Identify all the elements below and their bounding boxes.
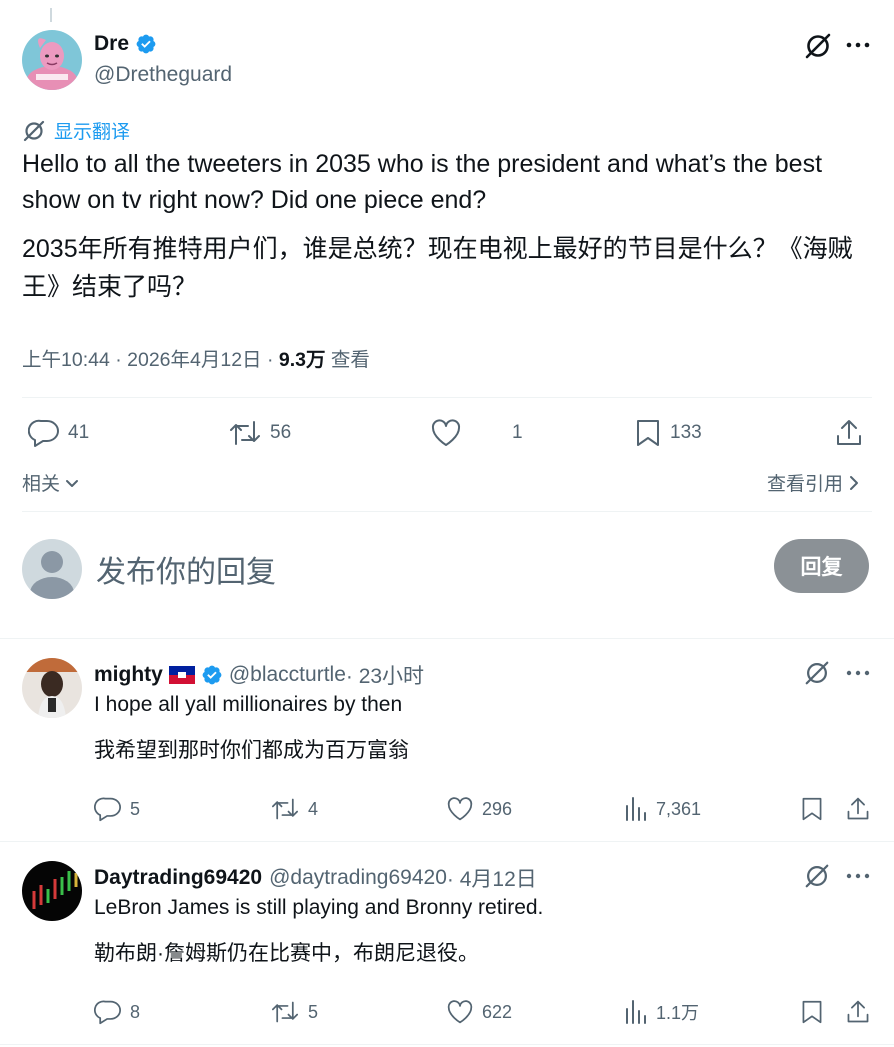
like-count: 1 <box>512 422 523 443</box>
retweet-icon <box>270 999 300 1025</box>
share-icon[interactable] <box>845 998 871 1026</box>
reply-retweet-count: 4 <box>308 798 319 819</box>
reply-icon <box>28 418 60 448</box>
reply-time[interactable]: · 4月12日 <box>447 863 537 893</box>
reply-views-count: 1.1万 <box>656 1003 700 1023</box>
author-name[interactable]: Dre <box>94 32 129 56</box>
analytics-icon <box>624 796 648 822</box>
reply-like-count: 622 <box>482 1001 513 1022</box>
reply-author-handle[interactable]: @daytrading69420 <box>269 866 447 890</box>
reply-author-name[interactable]: mighty <box>94 663 163 687</box>
reply-like-count: 296 <box>482 798 513 819</box>
share-icon[interactable] <box>845 795 871 823</box>
reply-divider <box>0 841 894 842</box>
reply-composer-input[interactable]: 发布你的回复 <box>96 547 276 591</box>
translate-icon <box>22 119 46 143</box>
verified-badge-icon <box>135 33 157 55</box>
reply-author-name[interactable]: Daytrading69420 <box>94 866 262 890</box>
reply-like-button[interactable]: 296 <box>446 796 512 822</box>
reply-icon <box>94 796 122 822</box>
share-icon[interactable] <box>834 418 864 448</box>
haiti-flag-icon <box>168 666 195 684</box>
reply-author-handle[interactable]: @blaccturtle <box>229 663 346 687</box>
more-options-icon[interactable] <box>845 871 871 881</box>
show-translation-link[interactable]: 显示翻译 <box>22 117 130 144</box>
retweet-icon <box>228 418 262 448</box>
reply-reply-button[interactable]: 5 <box>94 796 140 822</box>
verified-badge-icon <box>201 664 223 686</box>
heart-icon <box>446 999 474 1025</box>
reply-reply-count: 5 <box>130 798 141 819</box>
reply-retweet-button[interactable]: 4 <box>270 796 318 822</box>
tweet-text-en: Hello to all the tweeters in 2035 who is… <box>22 150 823 214</box>
reply-views-button[interactable]: 1.1万 <box>624 999 699 1025</box>
reply-like-button[interactable]: 622 <box>446 999 512 1025</box>
like-button[interactable]: 1 <box>430 418 523 448</box>
grok-icon[interactable] <box>803 659 831 687</box>
composer-avatar <box>22 539 82 599</box>
show-translation-label: 显示翻译 <box>54 122 131 143</box>
tweet-text-zh: 2035年所有推特用户们，谁是总统？现在电视上最好的节目是什么？《海贼王》结束了… <box>22 235 853 301</box>
reply-views-count: 7,361 <box>656 798 702 819</box>
reply-icon <box>94 999 122 1025</box>
more-options-icon[interactable] <box>845 668 871 678</box>
retweet-count: 56 <box>270 422 292 443</box>
heart-icon <box>446 796 474 822</box>
reply-text-zh: 我希望到那时你们都成为百万富翁 <box>94 739 409 762</box>
top-edge-mark <box>50 8 52 22</box>
author-handle[interactable]: @Dretheguard <box>94 63 232 87</box>
related-label: 相关 <box>22 474 61 495</box>
grok-icon[interactable] <box>803 31 833 61</box>
divider <box>22 511 872 512</box>
reply-text-zh: 勒布朗·詹姆斯仍在比赛中，布朗尼退役。 <box>94 942 479 965</box>
divider <box>22 397 872 398</box>
reply-count: 41 <box>68 422 90 443</box>
reply-submit-button[interactable]: 回复 <box>774 539 869 593</box>
retweet-icon <box>270 796 300 822</box>
tweet-timestamp[interactable]: 上午10:44 · 2026年4月12日 · <box>22 349 279 371</box>
retweet-button[interactable]: 56 <box>228 418 291 448</box>
reply-time[interactable]: · 23小时 <box>346 660 424 690</box>
bookmark-icon[interactable] <box>800 998 824 1026</box>
chevron-right-icon <box>847 474 861 492</box>
reply-retweet-count: 5 <box>308 1001 319 1022</box>
reply-button[interactable]: 41 <box>28 418 89 448</box>
reply-reply-count: 8 <box>130 1001 141 1022</box>
bookmark-button[interactable]: 133 <box>634 418 702 448</box>
reply-views-button[interactable]: 7,361 <box>624 796 701 822</box>
views-count: 9.3万 <box>278 349 326 371</box>
heart-icon <box>430 418 462 448</box>
view-quotes-link[interactable]: 查看引用 <box>767 469 861 496</box>
more-options-icon[interactable] <box>845 40 871 50</box>
reply-avatar[interactable] <box>22 658 82 718</box>
views-label: 查看 <box>325 349 370 371</box>
bookmark-icon[interactable] <box>800 795 824 823</box>
analytics-icon <box>624 999 648 1025</box>
section-divider <box>0 638 894 639</box>
author-avatar[interactable] <box>22 30 82 90</box>
bookmark-icon <box>634 418 662 448</box>
grok-icon[interactable] <box>803 862 831 890</box>
chevron-down-icon <box>64 475 80 491</box>
related-toggle[interactable]: 相关 <box>22 469 80 496</box>
view-quotes-label: 查看引用 <box>767 474 844 495</box>
reply-avatar[interactable] <box>22 861 82 921</box>
reply-retweet-button[interactable]: 5 <box>270 999 318 1025</box>
reply-text-en: I hope all yall millionaires by then <box>94 693 403 716</box>
bookmark-count: 133 <box>670 422 702 443</box>
reply-text-en: LeBron James is still playing and Bronny… <box>94 896 544 919</box>
bottom-divider <box>0 1044 894 1045</box>
reply-reply-button[interactable]: 8 <box>94 999 140 1025</box>
